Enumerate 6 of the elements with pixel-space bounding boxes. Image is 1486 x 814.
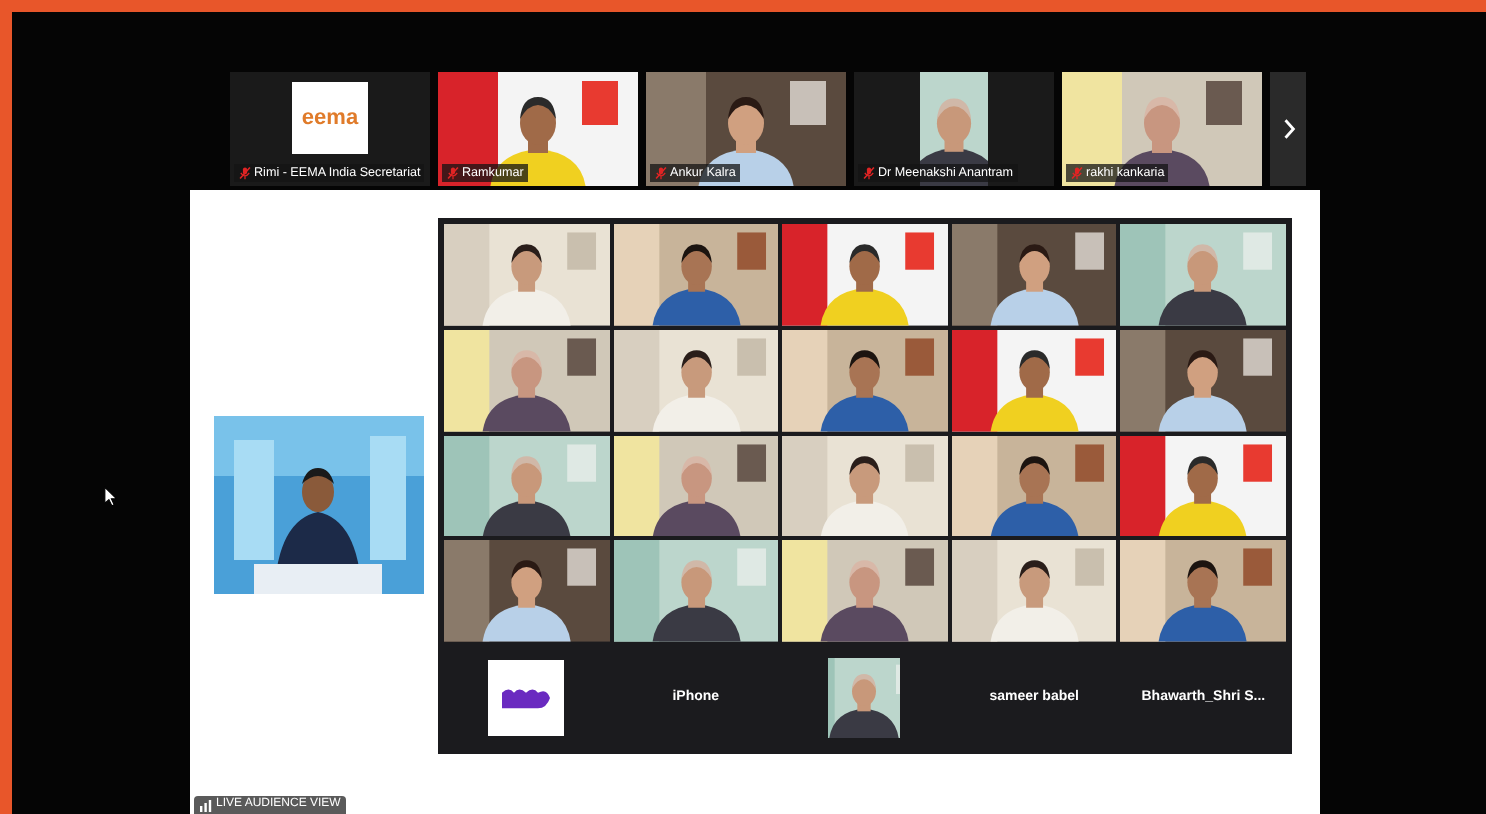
logo-icon xyxy=(500,685,553,710)
logo: eema xyxy=(292,81,368,153)
chevron-right-icon xyxy=(1281,118,1295,140)
signal-bars-icon xyxy=(200,799,212,811)
mouse-pointer-icon xyxy=(104,486,118,508)
next-page-button[interactable] xyxy=(1270,72,1306,186)
